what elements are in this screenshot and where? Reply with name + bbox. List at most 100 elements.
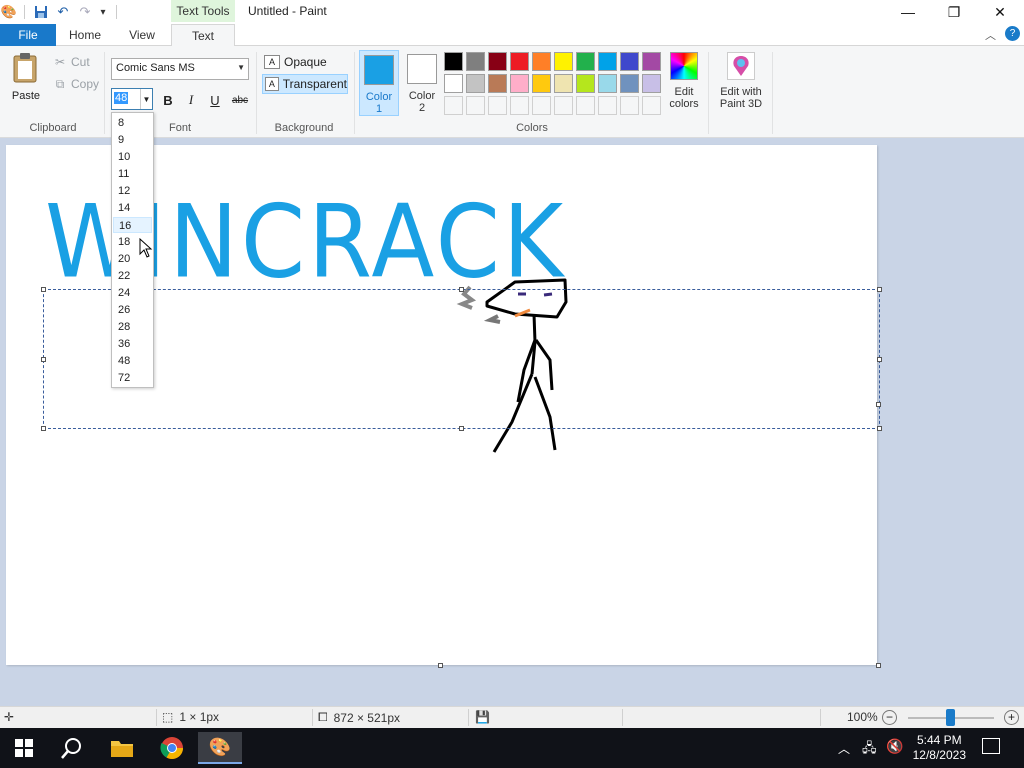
resize-handle[interactable] (41, 357, 46, 362)
canvas-resize-handle[interactable] (438, 663, 443, 668)
palette-swatch[interactable] (466, 74, 485, 93)
palette-empty-slot[interactable] (554, 96, 573, 115)
font-size-option[interactable]: 9 (113, 132, 152, 148)
save-icon[interactable] (32, 3, 50, 21)
palette-swatch[interactable] (488, 74, 507, 93)
palette-empty-slot[interactable] (488, 96, 507, 115)
palette-swatch[interactable] (598, 52, 617, 71)
start-button[interactable] (2, 732, 46, 764)
resize-handle[interactable] (877, 426, 882, 431)
palette-empty-slot[interactable] (642, 96, 661, 115)
color1-button[interactable]: Color 1 (359, 50, 399, 116)
palette-swatch[interactable] (620, 52, 639, 71)
font-size-option[interactable]: 16 (113, 217, 152, 233)
network-icon[interactable]: 🖧 (862, 739, 877, 761)
tab-home[interactable]: Home (60, 24, 110, 46)
font-size-option[interactable]: 72 (113, 370, 152, 386)
resize-handle[interactable] (459, 426, 464, 431)
font-size-option[interactable]: 11 (113, 166, 152, 182)
search-icon[interactable] (50, 732, 94, 764)
font-size-option[interactable]: 10 (113, 149, 152, 165)
italic-button[interactable]: I (181, 90, 201, 110)
palette-empty-slot[interactable] (598, 96, 617, 115)
palette-swatch[interactable] (576, 74, 595, 93)
colors-group-label: Colors (516, 122, 548, 134)
palette-swatch[interactable] (554, 52, 573, 71)
zoom-slider-thumb[interactable] (946, 709, 955, 726)
transparent-button[interactable]: A Transparent (262, 74, 348, 94)
palette-swatch[interactable] (642, 74, 661, 93)
resize-handle[interactable] (877, 357, 882, 362)
font-size-option[interactable]: 48 (113, 353, 152, 369)
zoom-in-button[interactable]: + (1004, 710, 1019, 725)
palette-swatch[interactable] (598, 74, 617, 93)
palette-empty-slot[interactable] (532, 96, 551, 115)
minimize-button[interactable]: — (885, 0, 931, 24)
palette-empty-slot[interactable] (620, 96, 639, 115)
opaque-button[interactable]: A Opaque (262, 52, 348, 72)
palette-swatch[interactable] (466, 52, 485, 71)
undo-icon[interactable]: ↶ (54, 3, 72, 21)
resize-handle[interactable] (41, 287, 46, 292)
resize-handle[interactable] (877, 287, 882, 292)
paint-taskbar-icon[interactable]: 🎨 (198, 732, 242, 764)
show-hidden-icons[interactable]: ︿ (838, 740, 850, 757)
font-size-select[interactable]: 48 ▼ (111, 88, 153, 110)
palette-swatch[interactable] (510, 74, 529, 93)
palette-empty-slot[interactable] (576, 96, 595, 115)
paste-button[interactable]: Paste (6, 52, 46, 110)
resize-handle[interactable] (459, 287, 464, 292)
font-size-option[interactable]: 8 (113, 115, 152, 131)
clock[interactable]: 5:44 PM 12/8/2023 (913, 733, 966, 763)
zoom-out-button[interactable]: − (882, 710, 897, 725)
redo-icon[interactable]: ↷ (76, 3, 94, 21)
restore-button[interactable]: ❐ (931, 0, 977, 24)
file-explorer-icon[interactable] (100, 732, 144, 764)
volume-muted-icon[interactable]: 🔇 (886, 738, 903, 755)
text-input-box[interactable] (43, 289, 880, 429)
palette-swatch[interactable] (444, 74, 463, 93)
font-size-option[interactable]: 14 (113, 200, 152, 216)
palette-swatch[interactable] (554, 74, 573, 93)
resize-handle[interactable] (41, 426, 46, 431)
collapse-ribbon-icon[interactable]: ︿ (985, 27, 996, 43)
palette-swatch[interactable] (532, 52, 551, 71)
customize-quick-access-icon[interactable]: ▾ (94, 3, 112, 21)
tab-view[interactable]: View (118, 24, 166, 46)
tab-text[interactable]: Text (171, 24, 235, 47)
bold-button[interactable]: B (158, 90, 178, 110)
font-family-select[interactable]: Comic Sans MS ▼ (111, 58, 249, 80)
edit-colors-button[interactable]: Edit colors (666, 52, 702, 110)
help-icon[interactable]: ? (1005, 26, 1020, 41)
chevron-down-icon[interactable]: ▼ (140, 89, 152, 109)
chrome-icon[interactable] (150, 732, 194, 764)
palette-swatch[interactable] (620, 74, 639, 93)
palette-swatch[interactable] (488, 52, 507, 71)
font-size-option[interactable]: 24 (113, 285, 152, 301)
canvas-resize-handle[interactable] (876, 663, 881, 668)
action-center-icon[interactable] (982, 738, 1000, 754)
palette-swatch[interactable] (576, 52, 595, 71)
palette-empty-slot[interactable] (444, 96, 463, 115)
strikethrough-button[interactable]: abc (229, 90, 251, 110)
palette-swatch[interactable] (642, 52, 661, 71)
edit-with-paint3d-button[interactable]: Edit with Paint 3D (714, 52, 768, 110)
copy-button[interactable]: ⧉ Copy (53, 75, 99, 93)
paint-app-icon[interactable]: 🎨 (0, 3, 18, 21)
font-size-option[interactable]: 22 (113, 268, 152, 284)
close-button[interactable]: ✕ (977, 0, 1023, 24)
canvas-resize-handle[interactable] (876, 402, 881, 407)
palette-empty-slot[interactable] (466, 96, 485, 115)
cut-button[interactable]: ✂ Cut (53, 53, 90, 71)
font-size-option[interactable]: 12 (113, 183, 152, 199)
color2-button[interactable]: Color 2 (402, 50, 442, 116)
font-size-option[interactable]: 26 (113, 302, 152, 318)
palette-swatch[interactable] (532, 74, 551, 93)
font-size-option[interactable]: 36 (113, 336, 152, 352)
palette-swatch[interactable] (510, 52, 529, 71)
tab-file[interactable]: File (0, 24, 56, 46)
font-size-option[interactable]: 28 (113, 319, 152, 335)
underline-button[interactable]: U (205, 90, 225, 110)
palette-empty-slot[interactable] (510, 96, 529, 115)
palette-swatch[interactable] (444, 52, 463, 71)
